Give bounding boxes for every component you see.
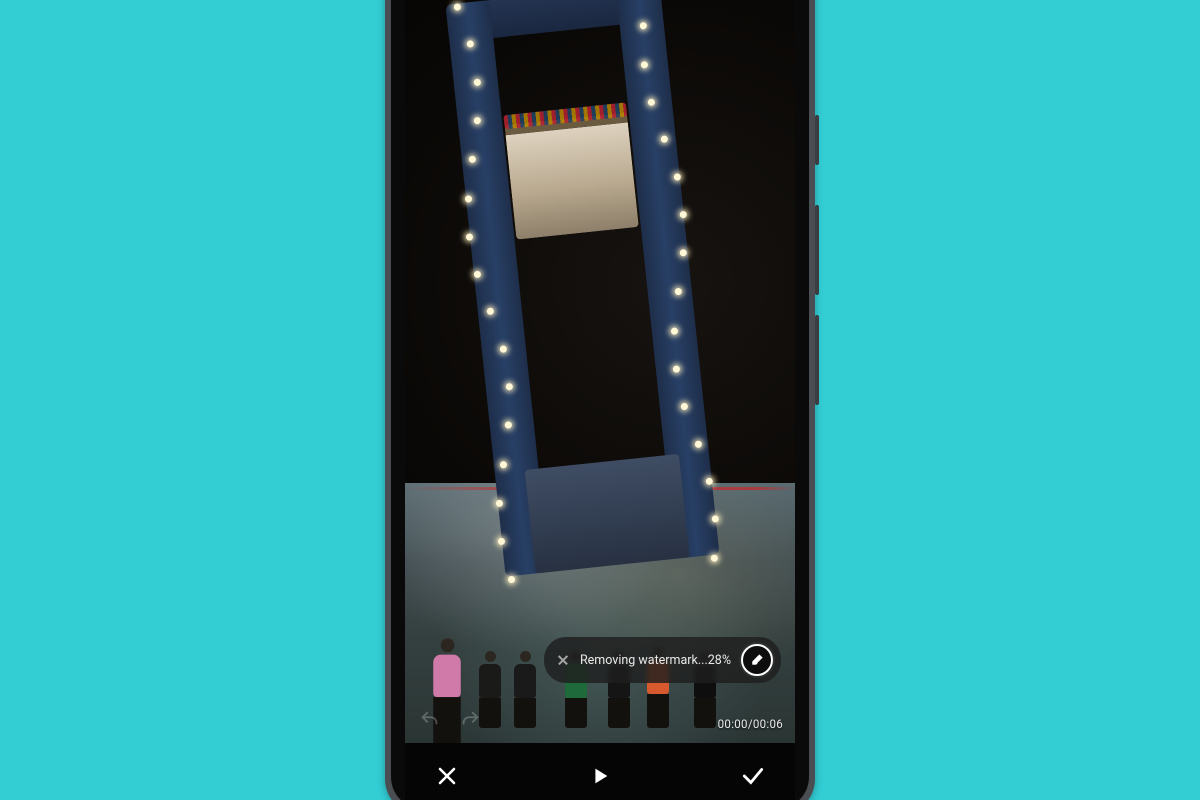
play-icon [589,765,611,787]
undo-button[interactable] [419,709,441,731]
toast-close-button[interactable] [556,653,570,667]
phone-device-frame: Removing watermark...28% 00:00/00:06 [385,0,815,800]
phone-volume-up-button [815,205,819,295]
redo-button[interactable] [459,709,481,731]
toast-progress-percent: 28% [708,653,731,668]
toast-message-text: Removing watermark... [580,653,708,668]
scene-person [479,651,501,728]
close-icon [435,764,459,788]
video-preview[interactable]: Removing watermark...28% 00:00/00:06 [405,0,795,743]
check-icon [740,763,766,789]
app-screen: Removing watermark...28% 00:00/00:06 [405,0,795,800]
confirm-button[interactable] [739,762,767,790]
timecode-total: 00:06 [753,717,783,731]
scene-person [514,651,536,728]
cancel-button[interactable] [433,762,461,790]
bottom-action-bar [405,743,795,800]
watermark-progress-toast: Removing watermark...28% [544,637,781,683]
redo-icon [459,709,481,731]
undo-redo-group [419,709,481,731]
eraser-icon[interactable] [741,644,773,676]
play-button[interactable] [586,762,614,790]
phone-side-button [815,115,819,165]
phone-bezel: Removing watermark...28% 00:00/00:06 [391,0,809,800]
phone-volume-down-button [815,315,819,405]
timecode-readout: 00:00/00:06 [718,717,783,731]
undo-icon [419,709,441,731]
timecode-current: 00:00 [718,717,748,731]
toast-message: Removing watermark...28% [580,653,731,668]
